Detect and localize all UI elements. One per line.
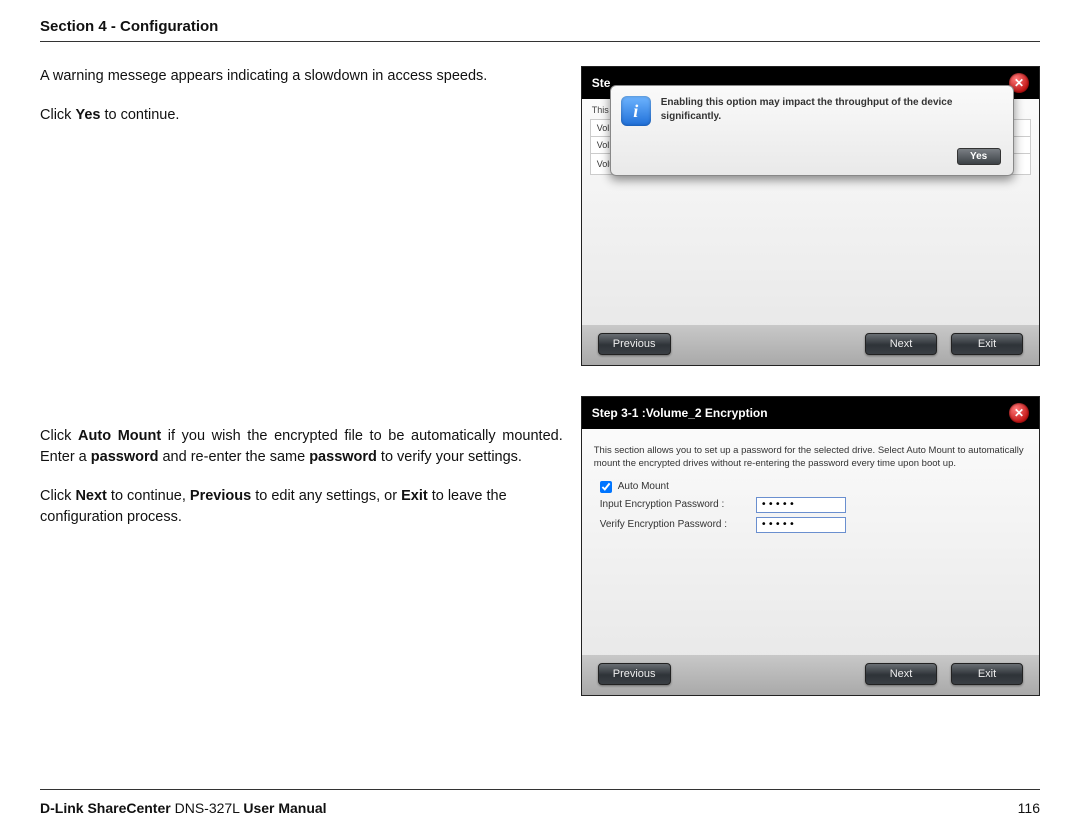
model-text: DNS-327L	[171, 800, 244, 816]
password-bold: password	[309, 449, 377, 465]
text: Click	[40, 107, 75, 123]
warning-dialog: i Enabling this option may impact the th…	[610, 85, 1014, 176]
verify-password-label: Verify Encryption Password :	[600, 519, 750, 530]
next-bold: Next	[75, 488, 106, 504]
panel-body: This section allows you to set up a pass…	[582, 429, 1039, 629]
close-icon[interactable]: ✕	[1009, 403, 1029, 423]
panel-header: Step 3-1 :Volume_2 Encryption ✕	[582, 397, 1039, 429]
previous-button[interactable]: Previous	[598, 663, 671, 685]
verify-password-row: Verify Encryption Password :	[600, 517, 1029, 533]
previous-button[interactable]: Previous	[598, 333, 671, 355]
automount-paragraph: Click Auto Mount if you wish the encrypt…	[40, 426, 563, 468]
brand-bold: D-Link ShareCenter	[40, 800, 171, 816]
input-password-label: Input Encryption Password :	[600, 499, 750, 510]
panel-title: Step 3-1 :Volume_2 Encryption	[592, 406, 768, 420]
right-column: Ste ✕ This s Vol Vol Volume_2Standard295…	[581, 66, 1040, 696]
section-header: Section 4 - Configuration	[40, 18, 1040, 42]
wizard-panel-encryption: Step 3-1 :Volume_2 Encryption ✕ This sec…	[581, 396, 1040, 696]
text: and re-enter the same	[158, 449, 309, 465]
text: to edit any settings, or	[251, 488, 401, 504]
panel-footer: Previous Next Exit	[582, 655, 1039, 695]
text: to verify your settings.	[377, 449, 522, 465]
automount-row: Auto Mount	[600, 481, 1029, 493]
previous-bold: Previous	[190, 488, 251, 504]
wizard-panel-warning: Ste ✕ This s Vol Vol Volume_2Standard295…	[581, 66, 1040, 366]
text: to continue.	[100, 107, 179, 123]
exit-button[interactable]: Exit	[951, 333, 1023, 355]
yes-bold: Yes	[75, 107, 100, 123]
text: Click	[40, 428, 78, 444]
warning-paragraph: A warning messege appears indicating a s…	[40, 66, 563, 87]
exit-button[interactable]: Exit	[951, 663, 1023, 685]
exit-bold: Exit	[401, 488, 428, 504]
automount-bold: Auto Mount	[78, 428, 161, 444]
text: to continue,	[107, 488, 190, 504]
left-column: A warning messege appears indicating a s…	[40, 66, 563, 696]
footer-product: D-Link ShareCenter DNS-327L User Manual	[40, 800, 327, 816]
nav-paragraph: Click Next to continue, Previous to edit…	[40, 486, 563, 528]
page-footer: D-Link ShareCenter DNS-327L User Manual …	[40, 789, 1040, 816]
input-password-row: Input Encryption Password :	[600, 497, 1029, 513]
click-yes-paragraph: Click Yes to continue.	[40, 105, 563, 126]
info-icon: i	[621, 96, 651, 126]
next-button[interactable]: Next	[865, 333, 937, 355]
automount-label: Auto Mount	[618, 481, 669, 492]
input-password-field[interactable]	[756, 497, 846, 513]
encryption-desc: This section allows you to set up a pass…	[594, 445, 1027, 471]
yes-button[interactable]: Yes	[957, 148, 1001, 165]
automount-checkbox[interactable]	[600, 481, 612, 493]
next-button[interactable]: Next	[865, 663, 937, 685]
password-bold: password	[91, 449, 159, 465]
manual-bold: User Manual	[243, 800, 326, 816]
verify-password-field[interactable]	[756, 517, 846, 533]
panel-footer: Previous Next Exit	[582, 325, 1039, 365]
panel-title: Ste	[592, 76, 611, 90]
dialog-text: Enabling this option may impact the thro…	[661, 96, 1001, 123]
text: Click	[40, 488, 75, 504]
page-number: 116	[1018, 800, 1040, 816]
